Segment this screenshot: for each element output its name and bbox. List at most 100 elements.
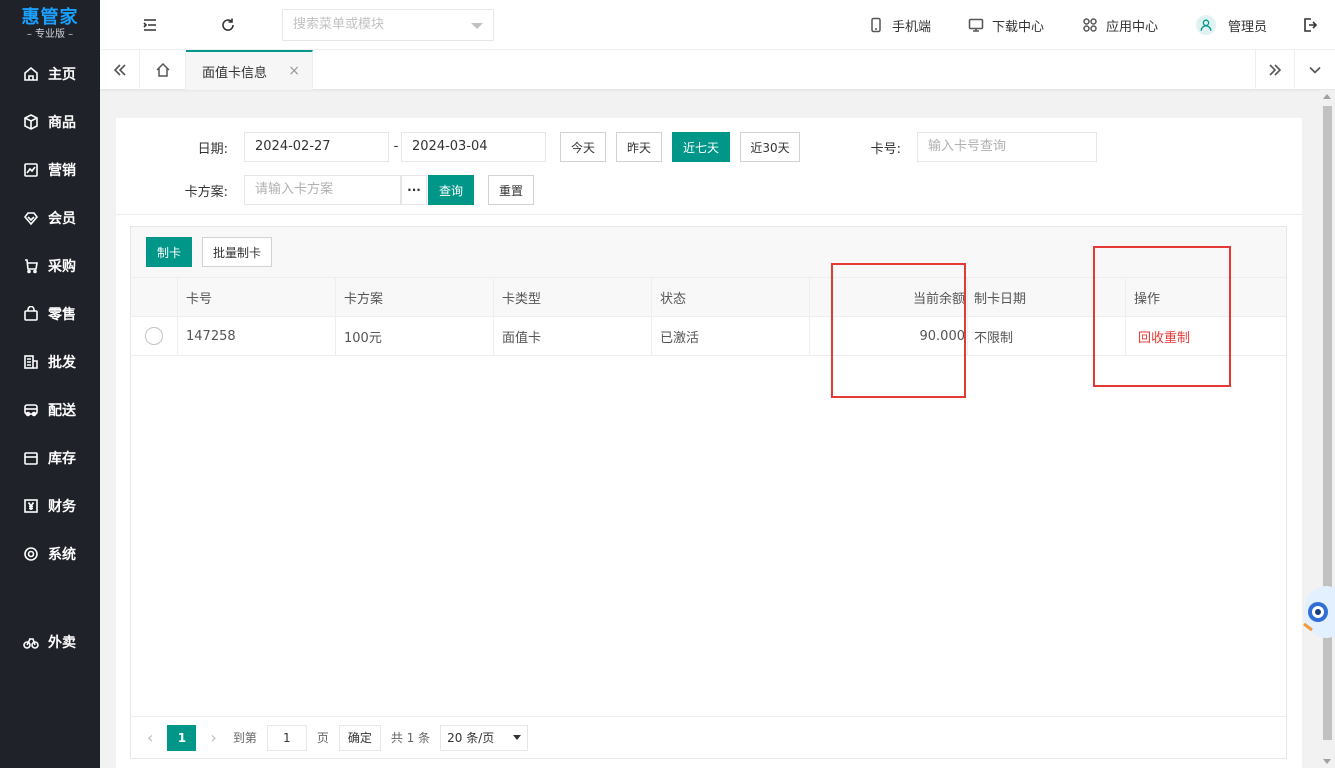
- plan-more-button[interactable]: ···: [401, 175, 427, 205]
- goto-page-input[interactable]: 1: [266, 724, 307, 751]
- cell-card-no: 147258: [178, 317, 336, 355]
- date-from-input[interactable]: 2024-02-27: [244, 132, 389, 162]
- home-icon: [22, 65, 40, 83]
- sidebar-item-member[interactable]: 会员: [0, 194, 100, 242]
- date-label: 日期:: [197, 142, 228, 157]
- app-center-link[interactable]: 应用中心: [1082, 0, 1158, 50]
- tab-scroll-right[interactable]: [1255, 50, 1295, 90]
- sidebar-item-label: 财务: [48, 499, 76, 515]
- make-card-button[interactable]: 制卡: [146, 237, 192, 267]
- search-placeholder: 搜索菜单或模块: [293, 17, 385, 32]
- col-status: 状态: [652, 278, 810, 316]
- scroll-thumb[interactable]: [1323, 106, 1332, 740]
- download-center-link[interactable]: 下载中心: [968, 0, 1044, 50]
- sidebar-item-retail[interactable]: 零售: [0, 290, 100, 338]
- tab-home[interactable]: [140, 50, 186, 90]
- tab-label: 面值卡信息: [202, 65, 268, 81]
- total-count: 共 1 条: [390, 731, 431, 745]
- sidebar-item-label: 主页: [48, 67, 76, 83]
- date-separator: -: [393, 139, 399, 154]
- page-unit-label: 页: [316, 731, 329, 745]
- cell-plan: 100元: [336, 317, 494, 355]
- card-no-label: 卡号:: [870, 142, 901, 157]
- sidebar-item-system[interactable]: 系统: [0, 530, 100, 578]
- query-button[interactable]: 查询: [428, 175, 474, 205]
- assistant-bot-icon[interactable]: [1300, 572, 1335, 642]
- sidebar-item-goods[interactable]: 商品: [0, 98, 100, 146]
- last-30-days-button[interactable]: 近30天: [740, 132, 800, 162]
- page-size-value: 20 条/页: [447, 731, 495, 745]
- cube-icon: [22, 113, 40, 131]
- last-7-days-button[interactable]: 近七天: [672, 132, 730, 162]
- sidebar-item-label: 批发: [48, 355, 76, 371]
- scroll-up-icon[interactable]: [1323, 94, 1331, 99]
- yen-icon: [22, 497, 40, 515]
- user-menu[interactable]: 管理员: [1196, 0, 1267, 50]
- sidebar-item-finance[interactable]: 财务: [0, 482, 100, 530]
- chevron-down-icon: [1309, 66, 1321, 74]
- logo: 惠管家 – 专业版 –: [0, 0, 100, 50]
- col-card-no: 卡号: [178, 278, 336, 316]
- chevron-down-icon: [513, 734, 522, 740]
- tab-dropdown[interactable]: [1295, 50, 1335, 90]
- logo-edition: – 专业版 –: [26, 29, 74, 40]
- plan-input[interactable]: 请输入卡方案: [244, 175, 401, 205]
- row-radio[interactable]: [145, 327, 163, 345]
- sidebar-item-inventory[interactable]: 库存: [0, 434, 100, 482]
- sidebar-item-label: 会员: [48, 211, 76, 227]
- batch-make-card-button[interactable]: 批量制卡: [202, 237, 272, 267]
- logout-icon[interactable]: [1300, 15, 1320, 35]
- tab-bar: 面值卡信息 ×: [100, 50, 1335, 90]
- goto-confirm-button[interactable]: 确定: [338, 724, 381, 751]
- prev-page-icon[interactable]: ‹: [147, 728, 153, 747]
- sidebar-item-delivery[interactable]: 配送: [0, 386, 100, 434]
- chart-icon: [22, 161, 40, 179]
- double-chevron-left-icon: [113, 64, 126, 76]
- sidebar-item-label: 配送: [48, 403, 76, 419]
- gear-icon: [22, 545, 40, 563]
- sidebar-item-wholesale[interactable]: 批发: [0, 338, 100, 386]
- sidebar-item-label: 商品: [48, 115, 76, 131]
- yesterday-button[interactable]: 昨天: [616, 132, 662, 162]
- sidebar: 惠管家 – 专业版 – 主页 商品 营销 会员 采购 零售 批发 配送 库存 财…: [0, 0, 100, 768]
- reset-button[interactable]: 重置: [488, 175, 534, 205]
- col-type: 卡类型: [494, 278, 652, 316]
- next-page-icon[interactable]: ›: [210, 728, 216, 747]
- user-name: 管理员: [1228, 19, 1268, 35]
- goto-label: 到第: [232, 731, 257, 745]
- bag-icon: [22, 305, 40, 323]
- menu-toggle-icon[interactable]: [140, 15, 160, 35]
- sidebar-item-marketing[interactable]: 营销: [0, 146, 100, 194]
- cell-status: 已激活: [652, 317, 810, 355]
- page-size-select[interactable]: 20 条/页: [440, 724, 529, 751]
- refresh-icon[interactable]: [218, 15, 238, 35]
- date-to-input[interactable]: 2024-03-04: [401, 132, 546, 162]
- mobile-link[interactable]: 手机端: [868, 0, 931, 50]
- main-panel: 日期: 2024-02-27 - 2024-03-04 今天 昨天 近七天 近3…: [116, 118, 1302, 768]
- apps-label: 应用中心: [1106, 19, 1159, 35]
- sidebar-item-purchase[interactable]: 采购: [0, 242, 100, 290]
- scroll-down-icon[interactable]: [1323, 759, 1331, 764]
- page-number-current[interactable]: 1: [167, 724, 197, 751]
- sidebar-item-label: 采购: [48, 259, 76, 275]
- sidebar-item-takeout[interactable]: 外卖: [0, 618, 100, 666]
- search-menu-select[interactable]: 搜索菜单或模块: [282, 9, 494, 41]
- download-label: 下载中心: [992, 19, 1045, 35]
- close-icon[interactable]: ×: [288, 63, 300, 79]
- divider: [116, 214, 1302, 215]
- col-plan: 卡方案: [336, 278, 494, 316]
- tab-scroll-left[interactable]: [100, 50, 140, 90]
- sidebar-item-label: 零售: [48, 307, 76, 323]
- highlight-box-balance: [831, 263, 966, 398]
- tab-card-info[interactable]: 面值卡信息 ×: [186, 50, 313, 90]
- home-icon: [155, 62, 170, 77]
- today-button[interactable]: 今天: [560, 132, 606, 162]
- user-icon: [1200, 19, 1212, 31]
- page-scrollbar[interactable]: [1320, 90, 1335, 768]
- card-no-input[interactable]: 输入卡号查询: [917, 132, 1097, 162]
- sidebar-item-label: 系统: [48, 547, 76, 563]
- chevron-down-icon: [471, 23, 483, 29]
- apps-icon: [1083, 18, 1097, 32]
- sidebar-item-home[interactable]: 主页: [0, 50, 100, 98]
